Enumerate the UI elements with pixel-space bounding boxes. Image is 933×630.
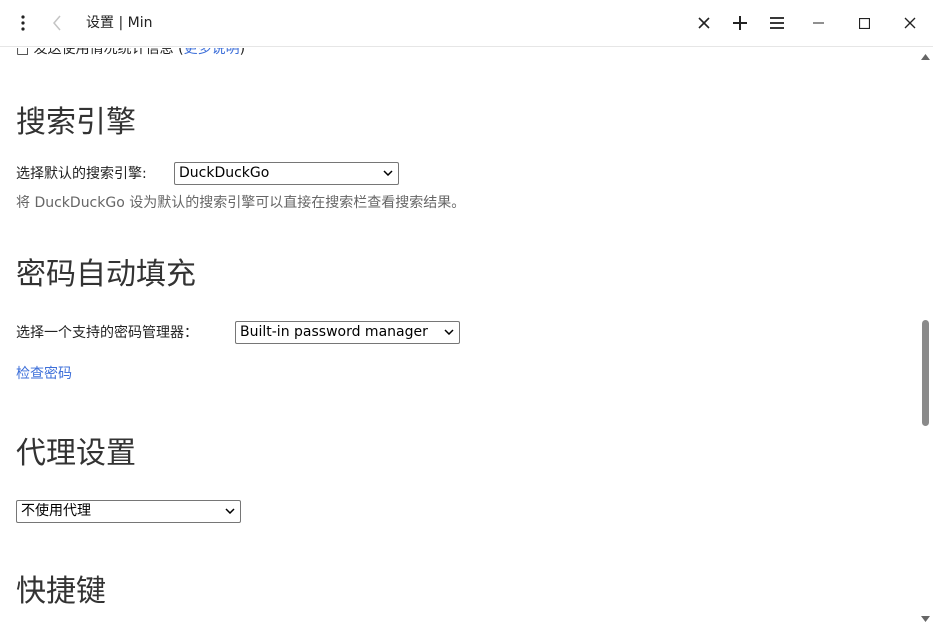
proxy-select[interactable]: 不使用代理 [16,500,241,523]
usage-stats-text: □ 发送使用情况统计信息 ( [16,48,184,57]
scroll-down-arrow-icon[interactable] [921,616,930,622]
plus-icon [733,16,747,30]
check-passwords-link[interactable]: 检查密码 [16,363,72,385]
title-bar: 设置 | Min [0,0,933,47]
chevron-down-icon [383,170,393,176]
more-info-link[interactable]: 更多说明 [184,48,240,57]
search-engine-select[interactable]: DuckDuckGo [174,162,399,185]
password-manager-selected: Built-in password manager [240,324,428,340]
new-tab-button[interactable] [725,8,755,38]
password-heading: 密码自动填充 [16,257,196,292]
shortcuts-heading: 快捷键 [16,574,106,609]
tasks-button[interactable] [762,8,792,38]
square-icon [858,17,870,29]
search-engine-selected: DuckDuckGo [179,165,270,181]
chevron-down-icon [444,329,454,335]
search-engine-label: 选择默认的搜索引擎: [16,166,147,182]
menu-button[interactable] [8,8,38,38]
chevron-left-icon [53,15,61,31]
close-window-button[interactable] [895,8,925,38]
x-icon [698,17,710,29]
search-engine-heading: 搜索引擎 [16,105,136,140]
proxy-selected: 不使用代理 [21,503,91,519]
close-tab-button[interactable] [689,8,719,38]
password-manager-label: 选择一个支持的密码管理器： [16,325,198,341]
vertical-dots-icon [21,15,25,31]
x-icon [904,17,916,29]
search-engine-description: 将 DuckDuckGo 设为默认的搜索引擎可以直接在搜索栏查看搜索结果。 [16,195,466,211]
minimize-button[interactable] [803,8,833,38]
hamburger-icon [770,17,784,29]
window-title: 设置 | Min [86,15,153,31]
scroll-up-arrow-icon[interactable] [921,54,930,60]
maximize-button[interactable] [849,8,879,38]
usage-stats-tail: ) [239,48,246,57]
scrollbar[interactable] [918,48,933,630]
usage-stats-row: □ 发送使用情况统计信息 (更多说明) [16,48,245,58]
scrollbar-thumb[interactable] [922,320,929,426]
proxy-heading: 代理设置 [16,436,136,471]
minus-icon [812,22,824,24]
chevron-down-icon [225,508,235,514]
back-button[interactable] [42,8,72,38]
password-manager-select[interactable]: Built-in password manager [235,321,460,344]
settings-content: □ 发送使用情况统计信息 (更多说明) 搜索引擎 选择默认的搜索引擎: Duck… [0,48,918,630]
